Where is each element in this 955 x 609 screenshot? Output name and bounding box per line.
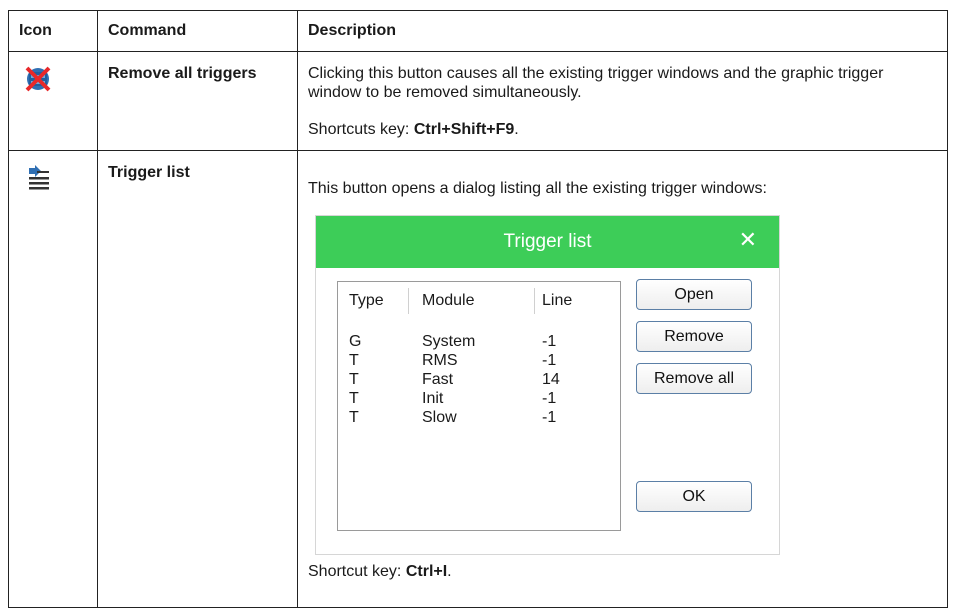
list-item[interactable]: G System -1 bbox=[338, 333, 620, 352]
ok-button[interactable]: OK bbox=[636, 481, 752, 512]
column-header-module[interactable]: Module bbox=[422, 292, 474, 310]
item-module: System bbox=[422, 333, 476, 350]
header-command: Command bbox=[97, 10, 298, 52]
shortcut-prefix: Shortcuts key: bbox=[308, 121, 414, 138]
icon-cell bbox=[8, 51, 98, 151]
shortcut-key: Ctrl+I bbox=[405, 563, 448, 580]
item-module: Fast bbox=[422, 371, 454, 388]
item-type: T bbox=[349, 371, 359, 388]
list-item[interactable]: T Slow -1 bbox=[338, 409, 620, 428]
dialog-titlebar: Trigger list ✕ bbox=[316, 216, 779, 268]
header-description: Description bbox=[297, 10, 948, 52]
item-line: -1 bbox=[542, 390, 557, 407]
column-header-type[interactable]: Type bbox=[349, 292, 384, 310]
remove-all-button[interactable]: Remove all bbox=[636, 363, 752, 394]
remove-all-triggers-icon bbox=[25, 66, 51, 92]
column-divider[interactable] bbox=[534, 288, 535, 314]
command-name: Remove all triggers bbox=[108, 65, 257, 82]
trigger-list-icon bbox=[25, 165, 51, 191]
item-type: T bbox=[349, 409, 359, 426]
remove-button[interactable]: Remove bbox=[636, 321, 752, 352]
shortcut-prefix: Shortcut key: bbox=[308, 563, 406, 580]
open-button[interactable]: Open bbox=[636, 279, 752, 310]
list-item[interactable]: T RMS -1 bbox=[338, 352, 620, 371]
item-type: T bbox=[349, 352, 359, 369]
item-line: -1 bbox=[542, 333, 557, 350]
header-icon: Icon bbox=[8, 10, 98, 52]
item-module: Init bbox=[422, 390, 444, 407]
item-module: RMS bbox=[422, 352, 458, 369]
table-header-row: Icon Command Description bbox=[8, 10, 948, 52]
shortcut-key: Ctrl+Shift+F9 bbox=[413, 121, 515, 138]
description-cell: This button opens a dialog listing all t… bbox=[297, 150, 948, 608]
trigger-list-dialog: Trigger list ✕ Type Module Line G System bbox=[315, 215, 780, 555]
list-item[interactable]: T Fast 14 bbox=[338, 371, 620, 390]
item-module: Slow bbox=[422, 409, 457, 426]
column-header-line[interactable]: Line bbox=[542, 292, 572, 310]
close-icon[interactable]: ✕ bbox=[739, 229, 757, 251]
item-type: G bbox=[349, 333, 362, 350]
table-row: Trigger list This button opens a dialog … bbox=[8, 150, 948, 608]
command-table: Icon Command Description Remove all trig… bbox=[8, 10, 948, 608]
column-divider[interactable] bbox=[408, 288, 409, 314]
description-text: This button opens a dialog listing all t… bbox=[308, 180, 767, 197]
description-text: Clicking this button causes all the exis… bbox=[308, 65, 884, 101]
dialog-title: Trigger list bbox=[503, 231, 592, 252]
shortcut-suffix: . bbox=[447, 563, 452, 580]
command-cell: Trigger list bbox=[97, 150, 298, 608]
item-type: T bbox=[349, 390, 359, 407]
trigger-listbox[interactable]: Type Module Line G System -1 T RMS -1 T … bbox=[337, 281, 621, 531]
list-item[interactable]: T Init -1 bbox=[338, 390, 620, 409]
icon-cell bbox=[8, 150, 98, 608]
item-line: -1 bbox=[542, 409, 557, 426]
shortcut-text: Shortcut key: Ctrl+I. bbox=[308, 562, 947, 581]
shortcut-text: Shortcuts key: Ctrl+Shift+F9. bbox=[308, 120, 947, 139]
command-name: Trigger list bbox=[108, 164, 190, 181]
item-line: -1 bbox=[542, 352, 557, 369]
description-cell: Clicking this button causes all the exis… bbox=[297, 51, 948, 151]
list-header: Type Module Line bbox=[338, 282, 620, 316]
item-line: 14 bbox=[542, 371, 560, 388]
table-row: Remove all triggers Clicking this button… bbox=[8, 51, 948, 151]
command-cell: Remove all triggers bbox=[97, 51, 298, 151]
shortcut-suffix: . bbox=[514, 121, 519, 138]
